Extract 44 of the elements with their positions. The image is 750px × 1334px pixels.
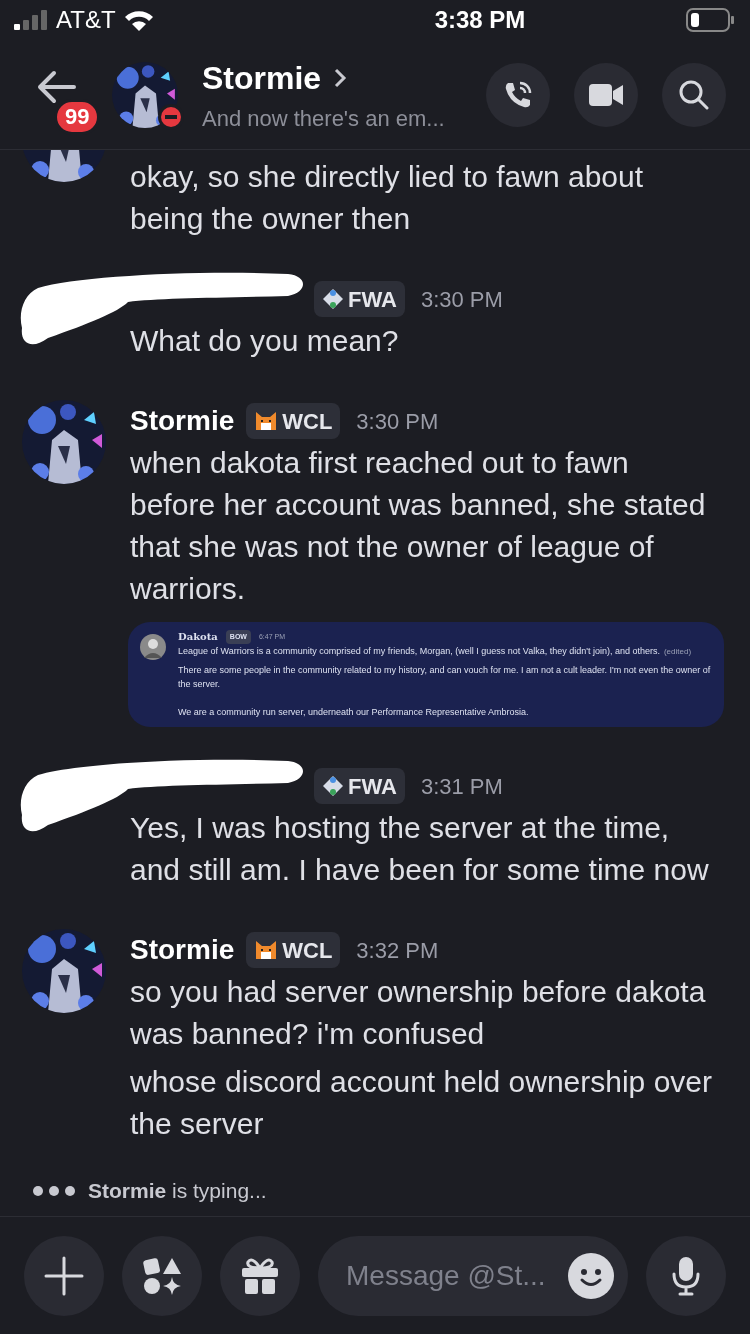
message-text: There are some people in the community related to my history, and can vouch for me. I am not a cult leader. I'm not even the owner of the server. xyxy=(178,664,712,691)
role-tag: WCL xyxy=(246,403,341,439)
author-name: Stormie xyxy=(130,933,235,967)
message-text: whose discord account held ownership over the server xyxy=(130,1064,713,1142)
video-camera-icon xyxy=(589,82,623,107)
do-not-disturb-icon xyxy=(158,103,184,130)
message-text: What do you mean? xyxy=(130,323,400,359)
message-text: League of Warriors is a community comprised of my friends, Morgan, (well I guess not Valka, they didn't join), and others. (edited) xyxy=(178,645,693,658)
contact-name[interactable]: Stormie xyxy=(202,54,322,102)
author-name: Dakota xyxy=(178,630,218,644)
timestamp: 3:30 PM xyxy=(420,285,503,314)
cat-face-icon xyxy=(254,410,279,432)
cat-face-icon xyxy=(254,939,279,961)
timestamp: 3:31 PM xyxy=(420,772,503,801)
message-text: okay, so she directly lied to fawn about being the owner then xyxy=(130,159,645,237)
diamond-icon xyxy=(322,775,344,797)
carrier-name: AT&T xyxy=(56,5,116,35)
message-text: when dakota first reached out to fawn before her account was banned, she stated that she was not the owner of league of warriors. xyxy=(130,445,707,607)
message-text: Yes, I was hosting the server at the time, and still am. I have been for some time now xyxy=(130,810,710,888)
wifi-icon xyxy=(123,9,154,31)
emoji-icon[interactable] xyxy=(568,1252,614,1299)
shapes-icon xyxy=(142,1255,182,1296)
role-tag: WCL xyxy=(246,932,341,968)
edited-label: (edited) xyxy=(663,647,692,656)
search-icon xyxy=(679,79,709,110)
role-tag: FWA xyxy=(314,768,405,804)
microphone-icon xyxy=(671,1255,701,1296)
plus-icon xyxy=(44,1255,84,1296)
message-text: We are a community run server, underneath our Performance Representative Ambrosia. xyxy=(178,706,530,719)
signal-icon xyxy=(14,10,48,30)
message-input[interactable]: Message @St... xyxy=(346,1254,568,1297)
battery-icon xyxy=(686,8,734,32)
author-name: Stormie xyxy=(130,404,235,438)
diamond-icon xyxy=(322,288,344,310)
back-arrow-icon[interactable] xyxy=(36,69,76,104)
message-field[interactable]: Message @St... xyxy=(318,1235,628,1316)
typing-dots-icon xyxy=(32,1185,76,1197)
chevron-right-icon xyxy=(333,67,348,89)
typing-indicator: Stormie is typing... xyxy=(88,1178,267,1205)
role-tag: FWA xyxy=(314,281,405,317)
status-text: And now there's an em... xyxy=(202,105,446,133)
timestamp: 3:30 PM xyxy=(356,407,439,436)
clock-time: 3:38 PM xyxy=(433,5,527,35)
timestamp: 3:32 PM xyxy=(356,936,439,965)
